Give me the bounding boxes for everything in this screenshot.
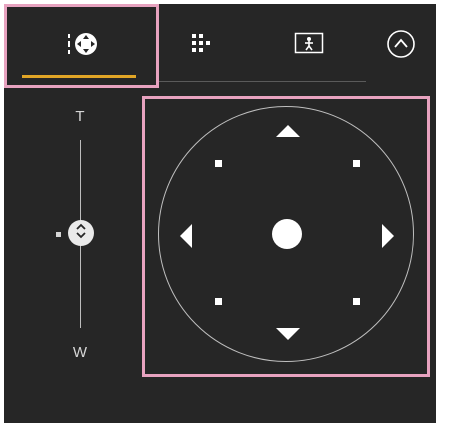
framing-icon <box>294 32 324 61</box>
zoom-mid-tick <box>56 232 61 237</box>
zoom-thumb[interactable] <box>68 220 94 246</box>
zoom-thumb-arrows-icon <box>74 222 88 245</box>
collapse-up-icon <box>386 29 416 64</box>
tab-framing[interactable] <box>259 4 359 88</box>
collapse-button[interactable] <box>376 4 426 88</box>
active-tab-indicator <box>22 75 136 78</box>
tab-bar <box>4 4 436 88</box>
pan-left-button[interactable] <box>179 223 193 249</box>
tilt-up-button[interactable] <box>275 124 301 138</box>
tilt-down-button[interactable] <box>275 327 301 341</box>
arrow-right-icon <box>382 224 394 248</box>
zoom-tele-label: T <box>75 108 85 125</box>
center-home-button[interactable] <box>272 219 302 249</box>
move-up-left-button[interactable] <box>215 160 222 167</box>
move-up-right-button[interactable] <box>353 160 360 167</box>
ptz-control-icon <box>62 30 102 63</box>
tab-grid[interactable] <box>164 4 244 88</box>
arrow-down-icon <box>276 328 300 340</box>
zoom-wide-label: W <box>72 344 88 361</box>
move-down-left-button[interactable] <box>215 298 222 305</box>
tab-bar-divider <box>159 81 366 82</box>
move-down-right-button[interactable] <box>353 298 360 305</box>
zoom-slider[interactable]: T W <box>40 100 120 370</box>
grid-icon <box>190 32 218 61</box>
arrow-left-icon <box>180 224 192 248</box>
pan-right-button[interactable] <box>381 223 395 249</box>
arrow-up-icon <box>276 125 300 137</box>
